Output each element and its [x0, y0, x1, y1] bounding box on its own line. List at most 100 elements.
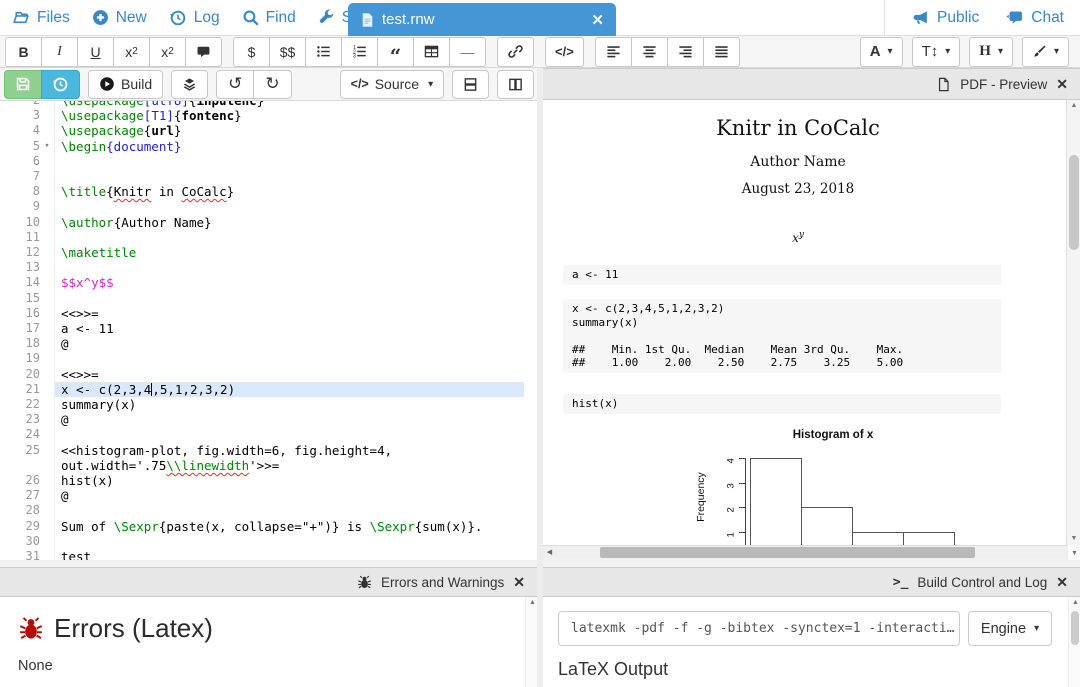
editor-line-text[interactable]: [55, 534, 524, 549]
table-button[interactable]: [413, 37, 450, 67]
editor-line-text[interactable]: [55, 260, 524, 275]
new-button[interactable]: New: [92, 9, 147, 27]
editor-line-text[interactable]: [55, 503, 524, 518]
editor-line-text[interactable]: \usepackage[T1]{fontenc}: [55, 108, 524, 123]
underline-button[interactable]: U: [77, 37, 114, 67]
editor-line-text[interactable]: <<>>=: [55, 306, 524, 321]
timetravel-button[interactable]: [41, 70, 80, 99]
editor-line[interactable]: 10\author{Author Name}: [0, 215, 524, 230]
editor-line-text[interactable]: test: [55, 549, 524, 560]
editor-line-text[interactable]: [55, 291, 524, 306]
errors-scrollbar[interactable]: ▲: [525, 597, 537, 687]
editor-line[interactable]: 15: [0, 291, 524, 306]
editor-line-text[interactable]: <<>>=: [55, 367, 524, 382]
editor-line-text[interactable]: $$x^y$$: [55, 275, 524, 290]
editor-line[interactable]: 6: [0, 154, 524, 169]
editor-line-text[interactable]: @: [55, 412, 524, 427]
editor-line[interactable]: 3\usepackage[T1]{fontenc}: [0, 108, 524, 123]
editor-line-text[interactable]: [55, 230, 524, 245]
comment-button[interactable]: [185, 37, 222, 67]
editor-line[interactable]: 12\maketitle: [0, 245, 524, 260]
editor-line-text[interactable]: [55, 199, 524, 214]
public-button[interactable]: Public: [911, 9, 979, 27]
build-control-header[interactable]: >_ Build Control and Log ✕: [543, 567, 1080, 597]
scroll-up-arrow[interactable]: ▲: [1067, 100, 1080, 112]
chat-button[interactable]: Chat: [1005, 9, 1064, 27]
editor-line-text[interactable]: [55, 154, 524, 169]
editor-line-text[interactable]: \maketitle: [55, 245, 524, 260]
log-button[interactable]: Log: [169, 9, 220, 27]
engine-dropdown[interactable]: Engine▾: [968, 611, 1052, 646]
editor-line[interactable]: 9: [0, 199, 524, 214]
superscript-button[interactable]: x2: [149, 37, 186, 67]
scroll-down-arrow[interactable]: ▼: [1067, 533, 1080, 545]
layers-button[interactable]: [171, 70, 208, 99]
pdf-vertical-scrollbar[interactable]: ▲ ▼: [1066, 100, 1080, 545]
italic-button[interactable]: I: [41, 37, 78, 67]
quote-button[interactable]: “: [377, 37, 414, 67]
editor-line[interactable]: 14$$x^y$$: [0, 275, 524, 290]
editor-line-text[interactable]: Sum of \Sexpr{paste(x, collapse="+")} is…: [55, 519, 524, 534]
tab-test-rnw[interactable]: test.rnw ✕: [348, 3, 616, 36]
scrollbar-thumb[interactable]: [1071, 611, 1079, 645]
editor-line[interactable]: 21x <- c(2,3,4,5,1,2,3,2): [0, 382, 524, 397]
editor-line-text[interactable]: summary(x): [55, 397, 524, 412]
source-mode-dropdown[interactable]: </>Source▾: [340, 70, 444, 99]
editor-line[interactable]: 8\title{Knitr in CoCalc}: [0, 184, 524, 199]
editor-line-text[interactable]: \title{Knitr in CoCalc}: [55, 184, 524, 199]
link-button[interactable]: [497, 37, 534, 67]
redo-button[interactable]: ↻: [253, 70, 291, 99]
editor-line[interactable]: 5▾\begin{document}: [0, 139, 524, 154]
tab-close-icon[interactable]: ✕: [591, 11, 604, 29]
horizontal-rule-button[interactable]: —: [449, 37, 486, 67]
editor-line[interactable]: 4\usepackage{url}: [0, 123, 524, 138]
pdf-horizontal-scrollbar[interactable]: ◀ ▶: [543, 545, 1080, 558]
editor-line[interactable]: 11: [0, 230, 524, 245]
scroll-down-arrow[interactable]: ▼: [1068, 548, 1080, 560]
heading-button[interactable]: H▾: [969, 37, 1013, 67]
font-size-button[interactable]: T↕▾: [912, 37, 961, 67]
editor-line-text[interactable]: [55, 351, 524, 366]
editor-line[interactable]: 26hist(x): [0, 473, 524, 488]
editor-line[interactable]: 29Sum of \Sexpr{paste(x, collapse="+")} …: [0, 519, 524, 534]
align-center-button[interactable]: [631, 37, 668, 67]
editor-line[interactable]: 7: [0, 169, 524, 184]
editor-line-text[interactable]: @: [55, 336, 524, 351]
font-color-button[interactable]: A▾: [860, 37, 903, 67]
pane-resize-handle[interactable]: [0, 560, 537, 567]
find-button[interactable]: Find: [242, 9, 296, 27]
errors-close-icon[interactable]: ✕: [513, 574, 525, 591]
align-right-button[interactable]: [667, 37, 704, 67]
split-horizontal-button[interactable]: [452, 70, 489, 99]
undo-button[interactable]: ↺: [216, 70, 254, 99]
editor-line[interactable]: 19: [0, 351, 524, 366]
editor-line[interactable]: 30: [0, 534, 524, 549]
editor-line[interactable]: 20<<>>=: [0, 367, 524, 382]
editor-line[interactable]: 25<<histogram-plot, fig.width=6, fig.hei…: [0, 443, 524, 473]
pdf-preview-header[interactable]: PDF - Preview ✕: [543, 68, 1080, 100]
code-button[interactable]: </>: [545, 37, 584, 67]
display-math-button[interactable]: $$: [269, 37, 306, 67]
editor-line-text[interactable]: \author{Author Name}: [55, 215, 524, 230]
scroll-up-arrow[interactable]: ▲: [526, 597, 539, 609]
files-button[interactable]: Files: [12, 9, 70, 27]
build-control-close-icon[interactable]: ✕: [1056, 574, 1068, 591]
editor-line[interactable]: 17a <- 11: [0, 321, 524, 336]
editor-line-text[interactable]: hist(x): [55, 473, 524, 488]
numbered-list-button[interactable]: 123: [341, 37, 378, 67]
scroll-up-arrow[interactable]: ▲: [1069, 597, 1080, 609]
editor-line[interactable]: 31test: [0, 549, 524, 560]
editor-line[interactable]: 22summary(x): [0, 397, 524, 412]
brush-button[interactable]: ▾: [1022, 37, 1069, 67]
editor-line[interactable]: 2\usepackage[utf8]{inputenc}: [0, 101, 524, 108]
align-left-button[interactable]: [595, 37, 632, 67]
inline-math-button[interactable]: $: [233, 37, 270, 67]
build-command-input[interactable]: latexmk -pdf -f -g -bibtex -synctex=1 -i…: [558, 611, 960, 646]
scrollbar-thumb[interactable]: [600, 547, 975, 558]
subscript-button[interactable]: x2: [113, 37, 150, 67]
editor-line-text[interactable]: \usepackage{url}: [55, 123, 524, 138]
editor-line[interactable]: 27@: [0, 488, 524, 503]
fold-arrow-icon[interactable]: ▾: [40, 139, 54, 154]
pdf-preview-close-icon[interactable]: ✕: [1056, 76, 1068, 93]
editor-line[interactable]: 18@: [0, 336, 524, 351]
